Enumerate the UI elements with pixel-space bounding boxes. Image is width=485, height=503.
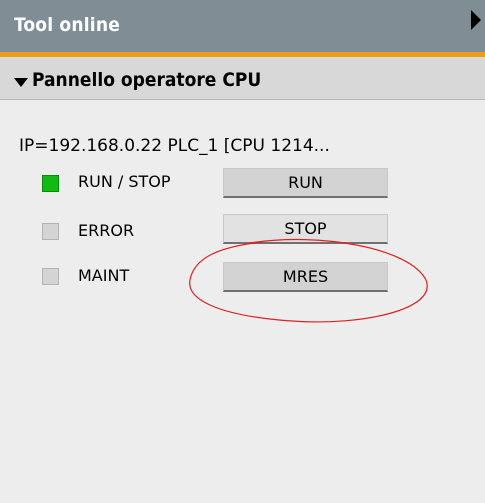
highlight-ellipse-annotation [189,238,428,323]
